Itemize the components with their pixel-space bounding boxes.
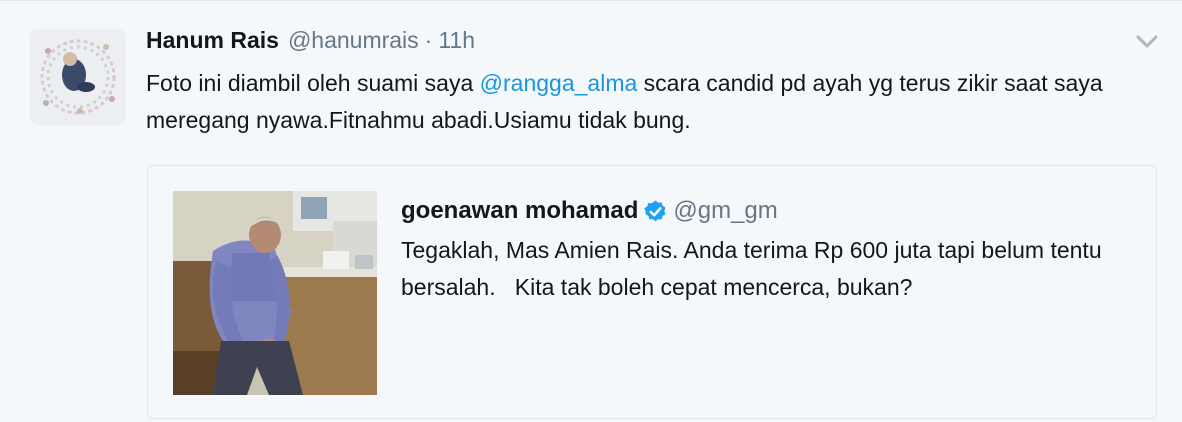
tweet-text: Foto ini diambil oleh suami saya @rangga… [146, 65, 1146, 139]
quoted-tweet[interactable]: goenawan mohamad @gm_gm Tegaklah, Mas Am… [147, 165, 1157, 419]
author-fullname[interactable]: Hanum Rais [146, 27, 279, 54]
header-separator: · [424, 27, 433, 53]
quoted-author-fullname[interactable]: goenawan mohamad [401, 197, 638, 225]
tweet[interactable]: Hanum Rais @hanumrais · 11h Foto ini dia… [0, 0, 1182, 422]
mention-link[interactable]: @rangga_alma [480, 70, 638, 96]
quoted-tweet-photo[interactable] [173, 191, 377, 395]
chevron-down-icon[interactable] [1133, 31, 1161, 51]
tweet-header: Hanum Rais @hanumrais · 11h [146, 27, 475, 59]
tweet-timestamp[interactable]: 11h [438, 27, 475, 54]
quoted-tweet-header: goenawan mohamad @gm_gm [401, 194, 778, 228]
verified-badge-icon [643, 199, 668, 224]
quoted-tweet-text: Tegaklah, Mas Amien Rais. Anda terima Rp… [401, 237, 1109, 300]
quoted-author-username[interactable]: @gm_gm [673, 197, 777, 225]
avatar-image [30, 29, 126, 125]
tweet-text-before: Foto ini diambil oleh suami saya [146, 70, 480, 96]
author-username[interactable]: @hanumrais [288, 27, 419, 54]
avatar[interactable] [30, 29, 126, 125]
photo-image [173, 191, 377, 395]
